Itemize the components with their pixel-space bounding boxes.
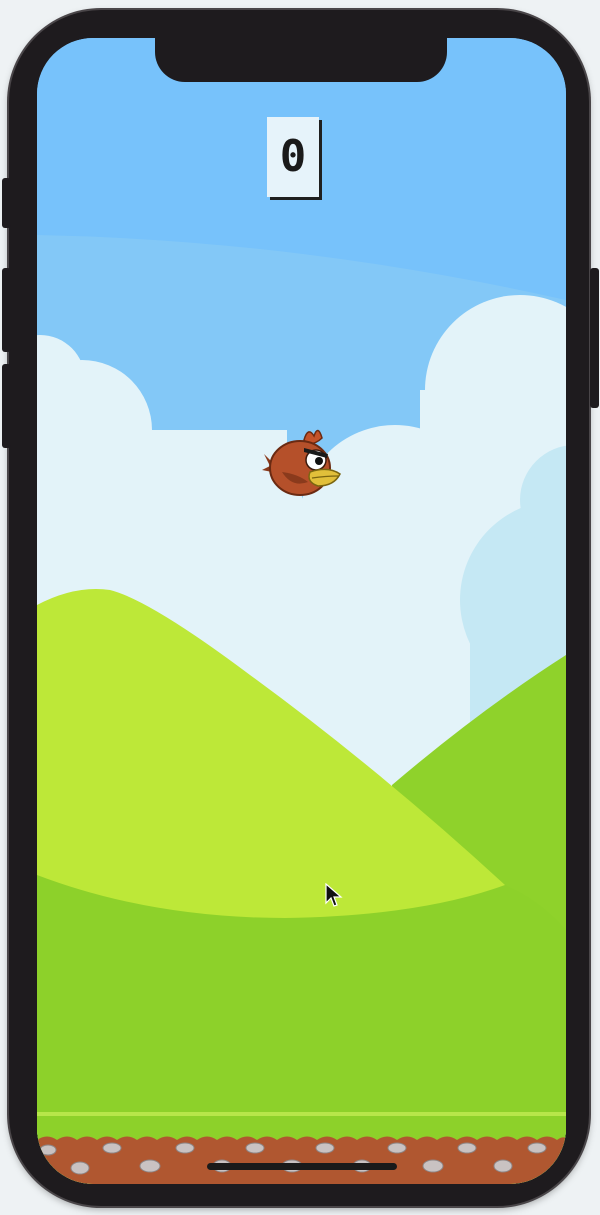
score-value: 0 (279, 131, 307, 182)
mute-switch (2, 178, 11, 228)
volume-up-button (2, 268, 11, 352)
power-button (590, 268, 599, 408)
home-indicator[interactable] (207, 1163, 397, 1170)
game-scene[interactable] (37, 38, 566, 1184)
grass-edge (37, 1112, 566, 1116)
score-display: 0 (267, 117, 319, 197)
game-screen[interactable]: 0 (37, 38, 566, 1184)
mouse-pointer-icon (325, 883, 343, 907)
volume-down-button (2, 364, 11, 448)
notch (155, 38, 447, 82)
grass-strip (37, 1116, 566, 1138)
